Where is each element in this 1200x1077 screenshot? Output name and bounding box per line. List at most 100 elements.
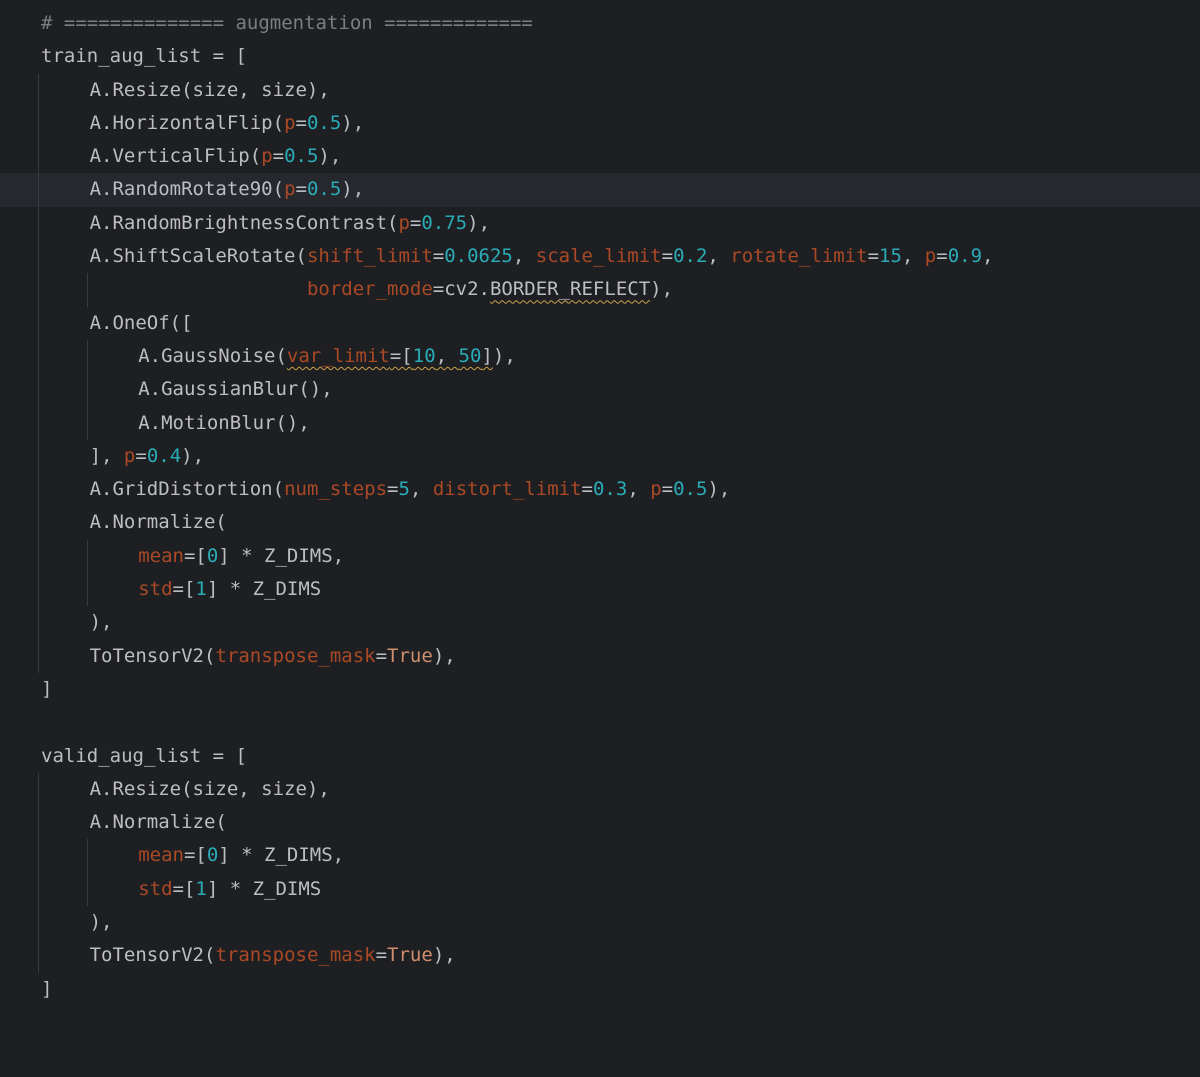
code-text: A.MotionBlur(),	[138, 407, 310, 440]
code-line[interactable]: A.VerticalFlip(p=0.5),	[0, 140, 1200, 174]
code-line[interactable]: A.GaussianBlur(),	[0, 373, 1200, 407]
code-token: ,	[901, 245, 925, 268]
code-line[interactable]: std=[1] * Z_DIMS	[0, 872, 1200, 907]
code-token: =[	[172, 578, 196, 601]
code-token: p	[284, 178, 296, 201]
code-line[interactable]: A.Resize(size, size),	[0, 772, 1200, 807]
code-token: A.GaussianBlur(),	[138, 378, 333, 401]
code-line[interactable]: A.RandomBrightnessContrast(p=0.75),	[0, 206, 1200, 241]
code-token-warning: 10	[412, 344, 436, 367]
code-line[interactable]: mean=[0] * Z_DIMS,	[0, 539, 1200, 574]
indent-guide	[38, 473, 39, 507]
code-text: A.GaussianBlur(),	[138, 373, 332, 406]
code-token: 0.5	[673, 478, 708, 501]
code-line[interactable]: valid_aug_list = [	[0, 740, 1200, 773]
indent-guide	[38, 906, 39, 940]
code-token: ] * Z_DIMS	[206, 877, 322, 900]
indent-guide	[38, 106, 39, 141]
code-text: ),	[90, 606, 113, 639]
code-token: A.HorizontalFlip(	[89, 111, 285, 134]
code-token: =cv2.	[432, 278, 490, 301]
code-line[interactable]: ),	[0, 606, 1200, 640]
code-token: =	[387, 478, 399, 501]
code-token: ]	[41, 977, 53, 1000]
code-token: ),	[89, 611, 113, 634]
code-text: A.OneOf([	[90, 307, 193, 340]
code-token: 0.5	[306, 111, 342, 134]
code-token: ),	[318, 145, 342, 168]
code-token: 0	[206, 844, 219, 867]
code-text: A.GridDistortion(num_steps=5, distort_li…	[90, 473, 731, 506]
code-token: A.Normalize(	[89, 811, 227, 834]
code-token: 1	[195, 877, 207, 900]
code-line[interactable]: ToTensorV2(transpose_mask=True),	[0, 639, 1200, 673]
code-token: 0.3	[592, 478, 628, 501]
code-token: =	[409, 211, 422, 234]
code-text: A.Normalize(	[90, 806, 227, 839]
code-token-warning: ]	[481, 344, 493, 367]
code-line[interactable]: mean=[0] * Z_DIMS,	[0, 839, 1200, 873]
code-line[interactable]: ]	[0, 673, 1200, 706]
indent-guide	[38, 439, 39, 474]
code-text: A.Resize(size, size),	[90, 74, 330, 107]
code-token: valid_aug_list = [	[41, 744, 247, 767]
code-token: 15	[879, 245, 902, 268]
code-token: p	[398, 211, 410, 234]
code-token: std	[138, 578, 173, 601]
indent-guide	[86, 273, 88, 307]
code-line[interactable]: A.ShiftScaleRotate(shift_limit=0.0625, s…	[0, 240, 1200, 274]
code-token: ),	[492, 344, 516, 367]
code-text: A.VerticalFlip(p=0.5),	[90, 140, 342, 173]
code-token: 0.5	[284, 145, 319, 168]
code-line[interactable]: A.Normalize(	[0, 506, 1200, 540]
code-line[interactable]: A.OneOf([	[0, 306, 1200, 340]
code-token: ]	[41, 677, 53, 700]
code-line[interactable]: A.Resize(size, size),	[0, 73, 1200, 107]
indent-guide	[38, 872, 39, 907]
code-token: =	[375, 944, 388, 967]
code-token-warning: 50	[458, 344, 482, 367]
code-token: =	[936, 245, 948, 268]
code-token: border_mode	[306, 278, 433, 301]
code-text: A.GaussNoise(var_limit=[10, 50]),	[138, 340, 516, 373]
code-line[interactable]: ]	[0, 973, 1200, 1006]
indent-guide	[38, 806, 39, 840]
code-line[interactable]: ], p=0.4),	[0, 439, 1200, 474]
code-line[interactable]: ToTensorV2(transpose_mask=True),	[0, 939, 1200, 973]
code-line[interactable]	[0, 706, 1200, 739]
code-text: std=[1] * Z_DIMS	[138, 873, 321, 906]
code-token: =	[432, 245, 445, 268]
indent-guide	[38, 240, 39, 274]
code-line[interactable]: A.MotionBlur(),	[0, 406, 1200, 440]
code-token: A.Normalize(	[89, 511, 227, 534]
code-token: =	[272, 145, 285, 168]
code-line[interactable]: # ============== augmentation ==========…	[0, 7, 1200, 40]
code-token: A.MotionBlur(),	[138, 411, 310, 434]
code-token: 0.5	[306, 178, 342, 201]
indent-guide	[38, 639, 39, 673]
code-line[interactable]: A.GridDistortion(num_steps=5, distort_li…	[0, 473, 1200, 507]
indent-guide	[38, 839, 39, 873]
code-text: ToTensorV2(transpose_mask=True),	[90, 939, 456, 972]
code-token: transpose_mask	[215, 644, 376, 667]
code-line[interactable]: A.GaussNoise(var_limit=[10, 50]),	[0, 339, 1200, 374]
code-token: ] * Z_DIMS,	[218, 844, 345, 867]
code-token: 1	[195, 578, 207, 601]
code-token-warning: =[	[389, 344, 413, 367]
code-line[interactable]: std=[1] * Z_DIMS	[0, 573, 1200, 607]
code-token: rotate_limit	[730, 245, 868, 268]
code-line[interactable]: border_mode=cv2.BORDER_REFLECT),	[0, 273, 1200, 307]
indent-guide	[38, 573, 39, 607]
code-line[interactable]: ),	[0, 906, 1200, 940]
code-token: A.GridDistortion(	[89, 478, 285, 501]
code-line[interactable]: A.RandomRotate90(p=0.5),	[0, 173, 1200, 207]
code-line[interactable]: A.HorizontalFlip(p=0.5),	[0, 106, 1200, 141]
code-line[interactable]: train_aug_list = [	[0, 40, 1200, 73]
code-line[interactable]: A.Normalize(	[0, 806, 1200, 840]
code-token: =[	[183, 844, 207, 867]
code-editor[interactable]: # ============== augmentation ==========…	[0, 7, 1200, 1006]
code-token: mean	[138, 544, 184, 567]
code-text: A.RandomBrightnessContrast(p=0.75),	[90, 207, 490, 240]
code-token: ],	[89, 444, 124, 467]
